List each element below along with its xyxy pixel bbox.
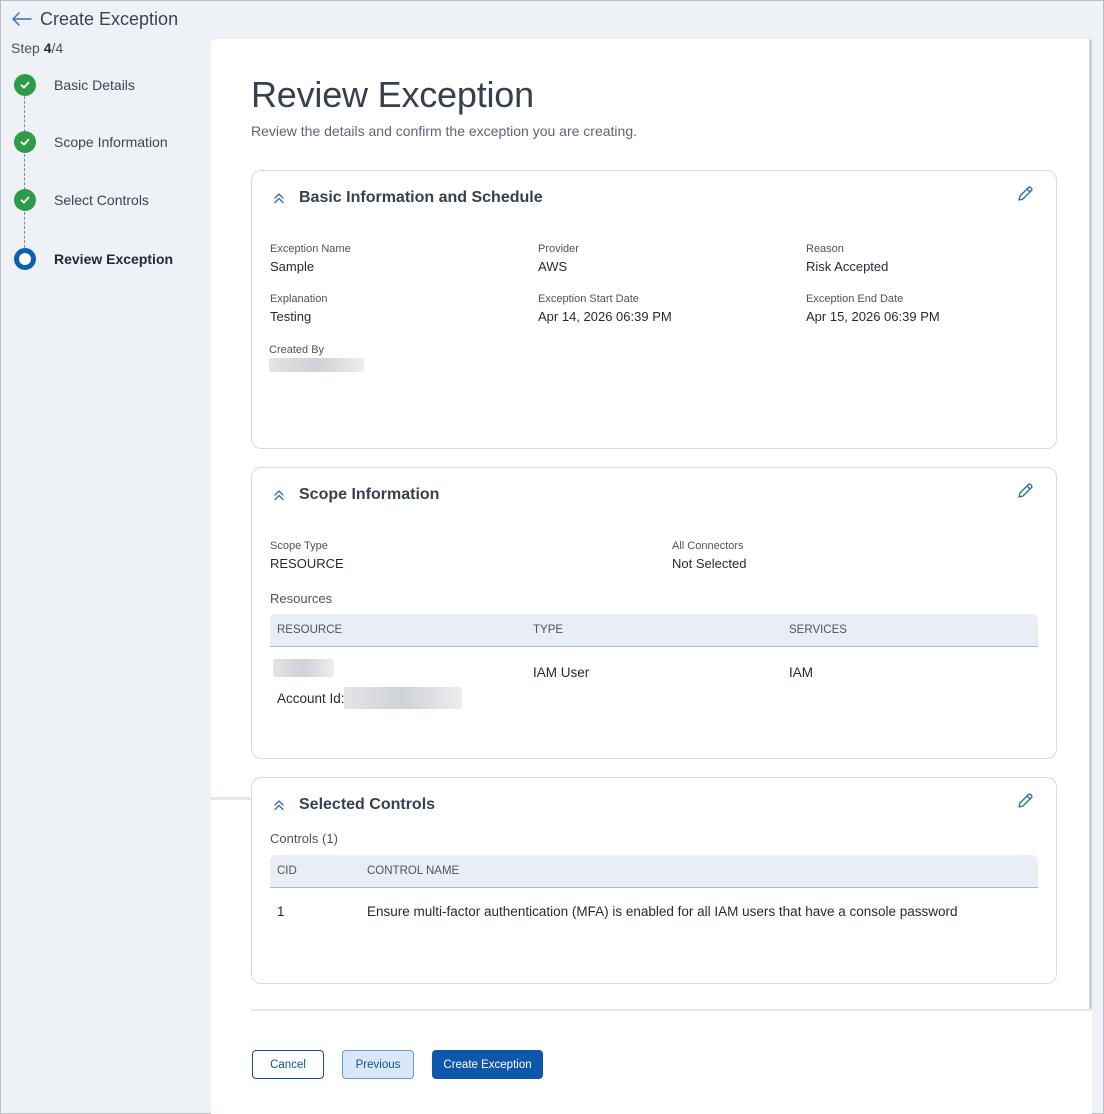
selected-controls-card: Selected Controls Controls (1) CID CONTR… <box>251 777 1057 984</box>
step-current: 4 <box>43 40 52 56</box>
field-value: Not Selected <box>672 556 747 571</box>
card-title: Selected Controls <box>299 796 436 813</box>
field-label: Scope Type <box>270 540 328 552</box>
table-row: 1 Ensure multi-factor authentication (MF… <box>270 888 1038 938</box>
panel-divider <box>211 797 251 800</box>
redacted-user <box>269 358 364 372</box>
pencil-icon[interactable] <box>1015 184 1035 204</box>
card-header: Basic Information and Schedule <box>270 189 543 207</box>
start-date-field: Exception Start Date Apr 14, 2026 06:39 … <box>538 293 672 324</box>
step-connector <box>24 212 25 248</box>
step-select-controls[interactable]: Select Controls <box>14 189 149 211</box>
field-value: Apr 14, 2026 06:39 PM <box>538 309 672 324</box>
control-name: Ensure multi-factor authentication (MFA)… <box>367 904 958 919</box>
check-icon <box>14 189 36 211</box>
check-icon <box>14 131 36 153</box>
field-value: AWS <box>538 259 568 274</box>
field-label: Created By <box>269 344 325 356</box>
field-value: Apr 15, 2026 06:39 PM <box>806 309 940 324</box>
explanation-field: Explanation Testing <box>270 293 328 324</box>
card-header: Selected Controls <box>270 796 435 814</box>
controls-count-label: Controls (1) <box>270 831 338 846</box>
field-label: Exception Start Date <box>538 293 639 305</box>
controls-table: CID CONTROL NAME 1 Ensure multi-factor a… <box>270 855 1038 938</box>
column-header[interactable]: RESOURCE <box>277 624 342 636</box>
previous-button[interactable]: Previous <box>342 1050 414 1079</box>
column-header[interactable]: CONTROL NAME <box>367 865 459 877</box>
field-value: Testing <box>270 309 312 324</box>
field-value: Sample <box>270 259 315 274</box>
exception-name-field: Exception Name Sample <box>270 243 351 274</box>
chevrons-up-icon[interactable] <box>270 189 288 207</box>
check-icon <box>14 74 36 96</box>
field-label: Explanation <box>270 293 328 305</box>
step-total: /4 <box>51 40 64 56</box>
step-indicator: Step 4/4 <box>11 40 63 56</box>
field-label: Reason <box>806 243 844 255</box>
field-label: Exception End Date <box>806 293 904 305</box>
step-label: Basic Details <box>54 77 135 93</box>
card-title: Scope Information <box>299 486 440 503</box>
top-bar: Create Exception <box>12 6 178 32</box>
step-connector <box>24 96 25 132</box>
resource-service: IAM <box>789 665 814 680</box>
redacted-resource <box>273 659 334 677</box>
field-label: Provider <box>538 243 579 255</box>
redacted-account-id <box>344 687 462 709</box>
cancel-button[interactable]: Cancel <box>252 1050 324 1079</box>
step-review-exception[interactable]: Review Exception <box>14 248 173 270</box>
card-header: Scope Information <box>270 486 439 504</box>
chevrons-up-icon[interactable] <box>270 796 288 814</box>
field-value: Risk Accepted <box>806 259 889 274</box>
column-header[interactable]: TYPE <box>533 624 563 636</box>
column-header[interactable]: CID <box>277 865 297 877</box>
all-connectors-field: All Connectors Not Selected <box>672 540 746 571</box>
field-label: All Connectors <box>672 540 744 552</box>
control-cid: 1 <box>277 904 285 919</box>
page-heading: Create Exception <box>40 8 179 29</box>
reason-field: Reason Risk Accepted <box>806 243 888 274</box>
scope-type-field: Scope Type RESOURCE <box>270 540 344 571</box>
pencil-icon[interactable] <box>1015 481 1035 501</box>
card-title: Basic Information and Schedule <box>299 189 543 206</box>
step-scope-information[interactable]: Scope Information <box>14 131 168 153</box>
current-step-icon <box>14 248 36 270</box>
basic-info-card: Basic Information and Schedule Exception… <box>251 170 1057 449</box>
footer-divider <box>251 1009 1092 1011</box>
page-subtitle: Review the details and confirm the excep… <box>251 123 637 139</box>
field-value: RESOURCE <box>270 556 344 571</box>
scrollbar[interactable] <box>1089 39 1092 1009</box>
created-by-field: Created By <box>269 344 364 377</box>
resources-table: RESOURCE TYPE SERVICES Account Id: IAM U… <box>270 614 1038 717</box>
table-header: CID CONTROL NAME <box>270 855 1038 888</box>
scope-info-card: Scope Information Scope Type RESOURCE Al… <box>251 467 1057 759</box>
step-label: Review Exception <box>54 251 174 267</box>
resource-type: IAM User <box>533 665 590 680</box>
chevrons-up-icon[interactable] <box>270 486 288 504</box>
step-connector <box>24 154 25 190</box>
table-header: RESOURCE TYPE SERVICES <box>270 614 1038 647</box>
provider-field: Provider AWS <box>538 243 579 274</box>
account-id-label: Account Id: <box>277 691 345 706</box>
pencil-icon[interactable] <box>1015 791 1035 811</box>
step-basic-details[interactable]: Basic Details <box>14 74 135 96</box>
step-prefix: Step <box>11 40 44 56</box>
step-label: Select Controls <box>54 192 149 208</box>
field-label: Exception Name <box>270 243 351 255</box>
arrow-left-icon[interactable] <box>12 9 32 29</box>
step-label: Scope Information <box>54 134 168 150</box>
create-exception-button[interactable]: Create Exception <box>432 1050 543 1079</box>
table-row: Account Id: IAM User IAM <box>270 647 1038 717</box>
resources-label: Resources <box>270 591 333 606</box>
page-title: Review Exception <box>251 74 534 115</box>
column-header[interactable]: SERVICES <box>789 624 847 636</box>
end-date-field: Exception End Date Apr 15, 2026 06:39 PM <box>806 293 940 324</box>
